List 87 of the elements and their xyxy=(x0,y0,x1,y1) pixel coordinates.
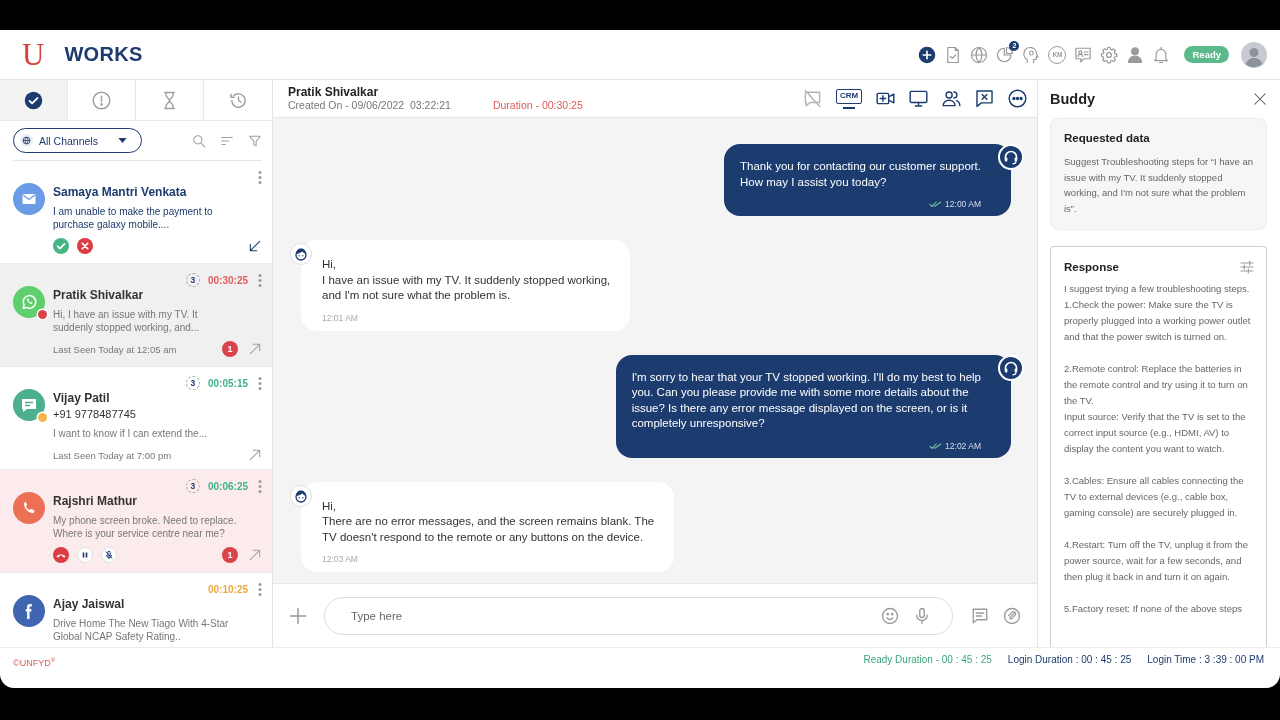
history-icon xyxy=(228,90,248,110)
filter-icon[interactable] xyxy=(248,133,262,148)
mic-off-icon[interactable] xyxy=(101,547,117,563)
person-icon[interactable] xyxy=(1126,45,1145,64)
tab[interactable] xyxy=(0,80,68,120)
search-icon[interactable] xyxy=(192,133,206,148)
phone-icon xyxy=(13,492,45,524)
request-text: Suggest Troubleshooting steps for “I have an issue with my TV. It suddenly stopped working, and I'm not sure what the problem is”. xyxy=(1064,155,1254,216)
copyright-text: ©UNFYD$^{®}$ xyxy=(13,656,56,669)
sliders-icon[interactable] xyxy=(1239,259,1255,275)
conversation-item[interactable]: 3 00:30:25 Pratik Shivalkar Hi, I have an issue with my TV. It suddenly stopped working, and... Last Seen Today at 12:05 am 1 xyxy=(0,264,272,367)
login-time: Login Time : 3 :39 : 00 PM xyxy=(1147,654,1264,666)
globe-icon xyxy=(20,134,33,147)
message-text: Hi, I have an issue with my TV. It suddenly stopped working, and I'm not sure what the problem is. xyxy=(322,257,611,303)
card-title: Response xyxy=(1064,259,1119,275)
chat-lines-icon[interactable] xyxy=(971,606,989,625)
contact-name: Ajay Jaiswal xyxy=(53,597,126,612)
message-preview: Drive Home The New Tiago With 4-Star Global NCAP Safety Rating.. xyxy=(53,617,230,643)
caret-icon xyxy=(117,138,127,143)
people-icon[interactable] xyxy=(942,89,961,108)
contact-name: Rajshri Mathur xyxy=(53,494,138,509)
duration-timer: 00:05:15 xyxy=(207,377,248,389)
contact-name: Samaya Mantri Venkata xyxy=(53,185,188,200)
head-icon[interactable] xyxy=(1022,45,1041,64)
contact-name: Vijay Patil xyxy=(53,391,111,406)
message-text: Hi, There are no error messages, and the screen remains blank. The TV doesn't respond to the remote or any buttons on the device. xyxy=(322,498,655,545)
tick-icon[interactable] xyxy=(53,238,69,254)
check-circle-icon xyxy=(24,90,43,110)
contact-name: Pratik Shivalkar xyxy=(288,85,380,99)
duration-timer: 00:30:25 xyxy=(207,274,248,286)
logo-text: WORKS xyxy=(64,43,143,66)
message-preview: I am unable to make the payment to purchase galaxy mobile.... xyxy=(53,205,214,231)
channel-dropdown[interactable]: All Channels xyxy=(13,128,142,153)
message-time: 12:00 AM xyxy=(945,199,981,209)
arrow-down-left-icon[interactable] xyxy=(248,239,262,253)
message-time: 12:01 AM xyxy=(322,312,358,323)
message-icon xyxy=(13,389,45,421)
duration-timer: 00:06:25 xyxy=(207,480,248,492)
panel-title: Buddy xyxy=(1050,91,1096,107)
arrow-up-right-icon[interactable] xyxy=(248,548,262,562)
alert-icon xyxy=(92,90,111,110)
add-icon[interactable] xyxy=(918,45,937,64)
logo-mark: U xyxy=(22,39,45,70)
end-call-icon[interactable] xyxy=(53,547,69,563)
contact-card-icon[interactable] xyxy=(1074,45,1093,64)
last-seen: Last Seen Today at 12:05 am xyxy=(53,343,177,355)
mic-icon[interactable] xyxy=(913,606,931,625)
facebook-icon xyxy=(13,595,45,627)
last-seen: Last Seen Today at 7:00 pm xyxy=(53,449,172,461)
avatar-icon[interactable] xyxy=(1241,41,1267,68)
unread-count: 1 xyxy=(222,547,238,563)
login-duration: Login Duration : 00 : 45 : 25 xyxy=(1007,654,1132,666)
envelope-icon xyxy=(13,183,45,215)
pause-icon[interactable] xyxy=(77,547,93,563)
message-preview: My phone screen broke. Need to replace. Where is your service centre near me? xyxy=(53,514,238,540)
plus-icon[interactable] xyxy=(288,605,308,626)
cross-icon[interactable] xyxy=(77,238,93,254)
pie-chart-icon[interactable] xyxy=(996,45,1015,64)
message-time: 12:02 AM xyxy=(945,440,981,451)
unread-count: 1 xyxy=(222,341,238,357)
settings-icon[interactable] xyxy=(1100,45,1119,64)
arrow-up-right-icon[interactable] xyxy=(248,448,262,462)
contact-name: Pratik Shivalkar xyxy=(53,288,145,303)
message-input[interactable]: Type here xyxy=(324,596,953,635)
bell-icon[interactable] xyxy=(1152,45,1171,64)
message-preview: I want to know if I can extend the... xyxy=(53,427,208,440)
monitor-icon[interactable] xyxy=(909,89,928,108)
phone-number: +91 9778487745 xyxy=(53,407,137,421)
message-text: I'm sorry to hear that your TV stopped working. I'll do my best to help you. Can you please provide me with some more details about the issue? Is there any error message displayed on the screen, or is it completely unresponsive? xyxy=(631,369,981,431)
chat-close-icon[interactable] xyxy=(975,89,994,108)
created-on: Created On - 09/06/2022 03:22:21 xyxy=(288,99,451,112)
phone-bubble-icon xyxy=(13,286,45,318)
duration-timer: 00:10:25 xyxy=(207,583,248,595)
emoji-icon[interactable] xyxy=(881,606,899,625)
conversation-item[interactable]: 3 00:06:25 Rajshri Mathur My phone screen broke. Need to replace. Where is your service centre near me? 1 xyxy=(0,470,272,573)
response-text: I suggest trying a few troubleshooting steps. 1.Check the power: Make sure the TV is properly plugged into a working power outlet and that the power switch is turned on. 2.Remote control: Replace the batteries in the remote control and try using it to turn on the TV. Input source: Verify that the TV is set to the correct input source (e.g., HDMI, AV) to display the content you want to watch. 3.Cables: Ensure all cables connecting the TV to external devices (e.g., cable box, gaming console) are securely plugged in. 4.Restart: Turn off the TV, unplug it from the power source, wait for a few seconds, and then plug it back in and turn it on again. 5.Factory reset: If none of the above steps xyxy=(1064,282,1252,616)
globe-icon[interactable] xyxy=(970,45,989,64)
message-text: Thank you for contacting our customer support. How may I assist you today? xyxy=(740,159,981,190)
ready-duration: Ready Duration - 00 : 45 : 25 xyxy=(863,654,992,666)
close-icon[interactable] xyxy=(1253,92,1267,106)
message-preview: Hi, I have an issue with my TV. It suddenly stopped working, and... xyxy=(53,308,201,334)
arrow-up-right-icon[interactable] xyxy=(248,342,262,356)
chat-duration: Duration - 00:30:25 xyxy=(492,99,583,112)
more-icon[interactable] xyxy=(1008,89,1027,108)
message-time: 12:03 AM xyxy=(322,554,358,564)
card-title: Requested data xyxy=(1064,131,1151,146)
attach-icon[interactable] xyxy=(1003,606,1021,625)
